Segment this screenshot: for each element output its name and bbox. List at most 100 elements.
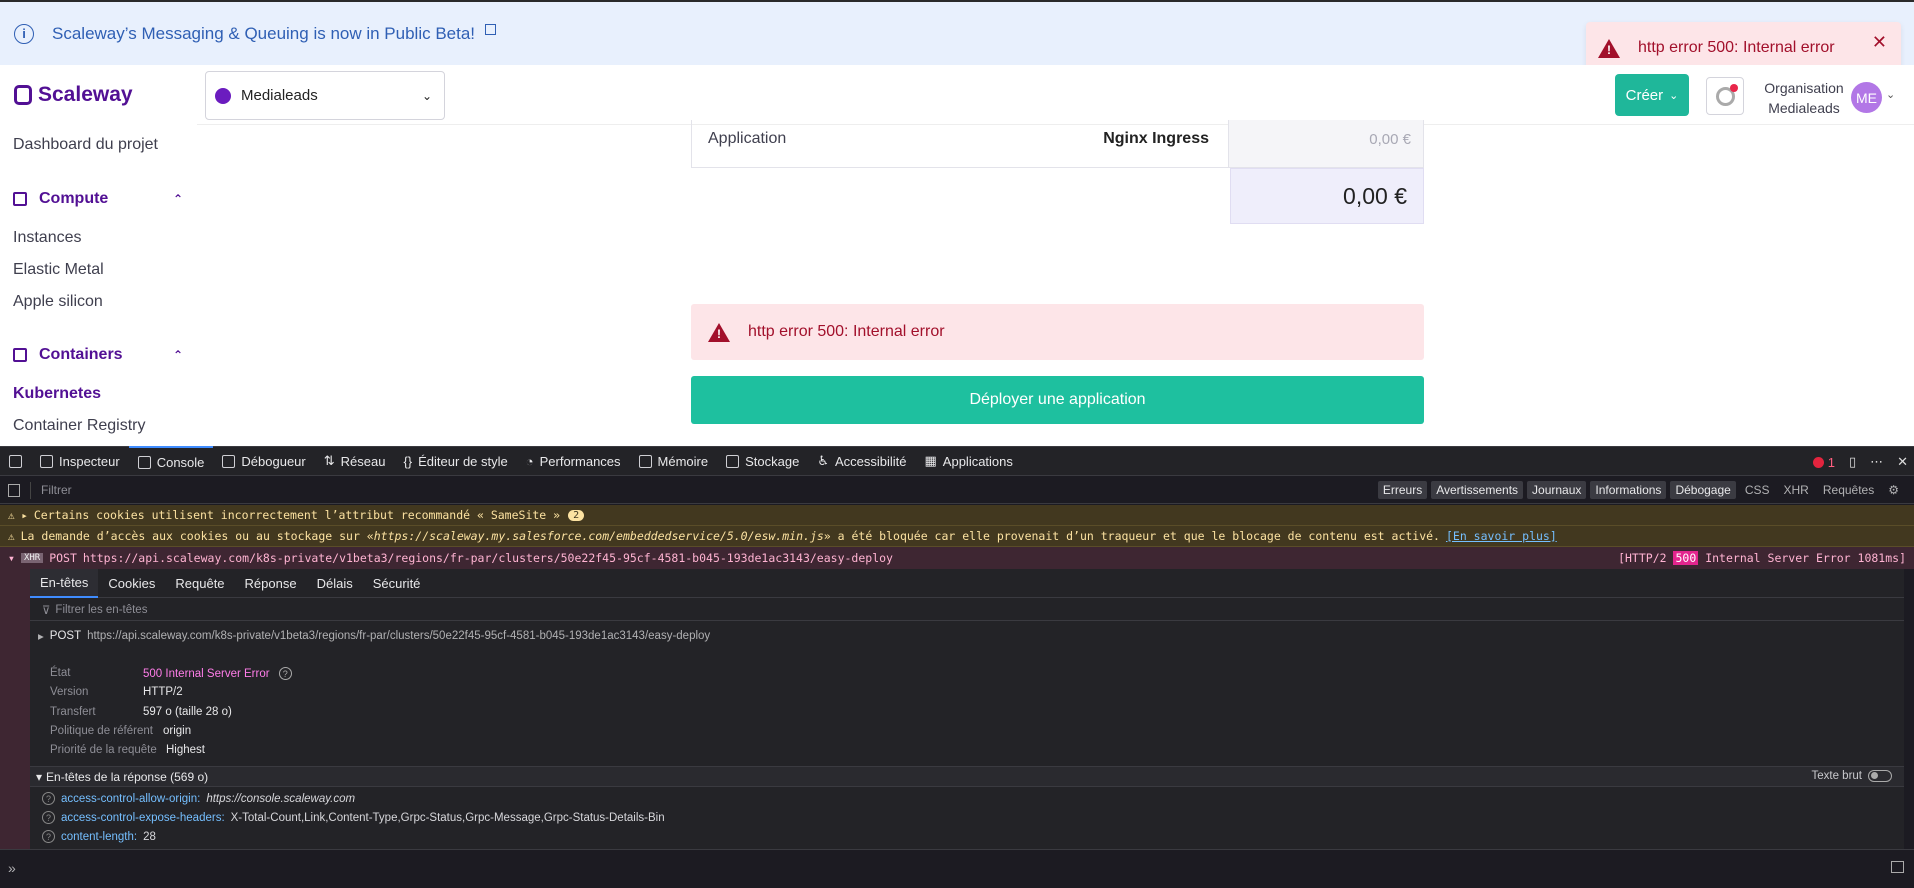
response-headers-section[interactable]: ▾ En-têtes de la réponse (569 o) Texte b…: [30, 766, 1904, 787]
filter-info[interactable]: Informations: [1590, 481, 1667, 499]
tab-cookies[interactable]: Cookies: [98, 569, 165, 598]
devtools-right-controls: 1 ▯ ⋯ ✕: [1812, 447, 1914, 477]
filter-css[interactable]: CSS: [1740, 481, 1775, 499]
header-name: content-length:: [61, 830, 138, 843]
filter-debug[interactable]: Débogage: [1670, 481, 1736, 499]
request-url: https://api.scaleway.com/k8s-private/v1b…: [87, 630, 711, 642]
xhr-url[interactable]: https://api.scaleway.com/k8s-private/v1b…: [83, 551, 893, 565]
request-summary[interactable]: ▸ POST https://api.scaleway.com/k8s-priv…: [30, 629, 710, 643]
detail-value: origin: [163, 725, 192, 737]
storage-icon: [726, 454, 740, 468]
debugger-icon: [222, 454, 236, 468]
org-name: Medialeads: [1768, 100, 1840, 116]
info-icon: i: [14, 23, 34, 44]
deploy-application-button[interactable]: Déployer une application: [691, 376, 1424, 424]
tab-style-editor[interactable]: {} Éditeur de style: [394, 446, 516, 476]
toggle-switch[interactable]: [1868, 770, 1892, 782]
element-picker-icon[interactable]: [0, 446, 31, 476]
tab-applications[interactable]: ▦ Applications: [916, 446, 1022, 476]
tab-headers[interactable]: En-têtes: [30, 568, 99, 598]
banner-link[interactable]: Scaleway’s Messaging & Queuing is now in…: [52, 24, 475, 44]
filter-logs[interactable]: Journaux: [1527, 481, 1587, 499]
split-console-icon[interactable]: [1891, 861, 1904, 873]
learn-more-link[interactable]: [En savoir plus]: [1446, 529, 1557, 543]
inspector-icon: [40, 454, 53, 468]
trash-icon[interactable]: [8, 483, 20, 497]
help-icon[interactable]: ?: [278, 667, 292, 680]
raw-text-toggle[interactable]: Texte brut: [1812, 770, 1892, 782]
header-value: https://console.scaleway.com: [206, 792, 356, 805]
sidebar-section-containers[interactable]: Containers ⌃: [13, 346, 183, 364]
filter-input[interactable]: Filtrer: [41, 483, 72, 497]
header-value: 28: [143, 830, 156, 843]
tab-timings[interactable]: Délais: [307, 569, 363, 598]
expand-triangle-icon: ▸: [38, 631, 44, 643]
accessibility-icon: ♿: [817, 453, 829, 468]
header-filter-input[interactable]: ⊽ Filtrer les en-têtes: [30, 599, 1904, 621]
tab-security[interactable]: Sécurité: [363, 569, 431, 598]
sidebar-item-apple-silicon[interactable]: Apple silicon: [13, 293, 103, 311]
support-button[interactable]: [1706, 77, 1744, 115]
repeat-count: 2: [568, 509, 585, 521]
more-icon[interactable]: ⋯: [1870, 454, 1883, 470]
help-icon[interactable]: ?: [42, 811, 55, 824]
detail-value: 597 o (taille 28 o): [143, 706, 232, 718]
filter-warnings[interactable]: Avertissements: [1431, 481, 1524, 499]
filter-errors[interactable]: Erreurs: [1377, 481, 1428, 499]
chevron-down-icon[interactable]: ⌄: [1886, 88, 1895, 101]
close-icon[interactable]: ✕: [1872, 32, 1887, 53]
tab-label: Applications: [942, 453, 1013, 469]
warning-icon: ⚠ ▸: [8, 508, 28, 522]
tab-console[interactable]: Console: [128, 446, 214, 476]
tab-inspector[interactable]: Inspecteur: [31, 446, 129, 476]
sidebar-section-compute[interactable]: Compute ⌃: [13, 190, 183, 208]
console-level-filters: Erreurs Avertissements Journaux Informat…: [1377, 481, 1904, 499]
sidebar-item-instances[interactable]: Instances: [13, 229, 81, 247]
tab-performance[interactable]: ◔ Performances: [517, 446, 630, 476]
scaleway-logo[interactable]: Scaleway: [14, 83, 133, 107]
create-label: Créer: [1625, 86, 1664, 104]
filter-requests[interactable]: Requêtes: [1818, 481, 1879, 499]
sidebar-item-kubernetes[interactable]: Kubernetes: [13, 385, 101, 403]
detail-key: Transfert: [50, 706, 96, 718]
tab-label: Accessibilité: [834, 453, 907, 469]
header-name: access-control-expose-headers:: [61, 811, 225, 824]
tab-memory[interactable]: Mémoire: [630, 446, 718, 476]
memory-icon: [638, 454, 652, 468]
console-filter-bar: Filtrer Erreurs Avertissements Journaux …: [0, 477, 1914, 504]
warning-icon: !: [708, 322, 730, 342]
gear-icon[interactable]: ⚙: [1883, 481, 1904, 499]
container-icon: [13, 348, 27, 362]
error-counter[interactable]: 1: [1812, 455, 1835, 470]
warning-text-pre: La demande d’accès aux cookies ou au sto…: [20, 529, 374, 543]
sidebar-item-container-registry[interactable]: Container Registry: [13, 417, 146, 435]
detail-key: Priorité de la requête: [50, 744, 157, 756]
organization-switcher[interactable]: Organisation Medialeads: [1760, 78, 1848, 118]
request-method: POST: [49, 630, 82, 642]
tab-request[interactable]: Requête: [165, 569, 234, 598]
header-value: X-Total-Count,Link,Content-Type,Grpc-Sta…: [230, 811, 665, 824]
tab-debugger[interactable]: Débogueur: [213, 446, 314, 476]
tab-response[interactable]: Réponse: [235, 569, 307, 598]
sidebar-item-dashboard[interactable]: Dashboard du projet: [13, 136, 158, 154]
close-icon[interactable]: ✕: [1897, 454, 1908, 470]
expand-triangle-icon[interactable]: ▾: [8, 551, 15, 565]
dock-icon[interactable]: ▯: [1849, 454, 1856, 470]
help-icon[interactable]: ?: [42, 830, 55, 843]
help-icon[interactable]: ?: [42, 792, 55, 805]
avatar[interactable]: ME: [1851, 82, 1882, 113]
sidebar-item-elastic-metal[interactable]: Elastic Metal: [13, 261, 104, 279]
warning-url[interactable]: https://scaleway.my.salesforce.com/embed…: [374, 529, 824, 543]
tab-network[interactable]: ⇅ Réseau: [315, 446, 395, 476]
tab-storage[interactable]: Stockage: [717, 446, 808, 476]
alert-message: http error 500: Internal error: [748, 323, 945, 340]
project-selector[interactable]: Medialeads ⌄: [205, 71, 445, 120]
tab-accessibility[interactable]: ♿ Accessibilité: [808, 446, 915, 476]
console-input[interactable]: »: [0, 849, 1914, 888]
console-warning[interactable]: ⚠ ▸ Certains cookies utilisent incorrect…: [0, 505, 1914, 526]
tab-label: Débogueur: [241, 453, 306, 469]
filter-xhr[interactable]: XHR: [1779, 481, 1814, 499]
create-button[interactable]: Créer ⌄: [1615, 74, 1689, 116]
filter-placeholder: Filtrer les en-têtes: [55, 603, 148, 616]
console-xhr-error-row[interactable]: ▾ XHR POST https://api.scaleway.com/k8s-…: [0, 547, 1914, 569]
